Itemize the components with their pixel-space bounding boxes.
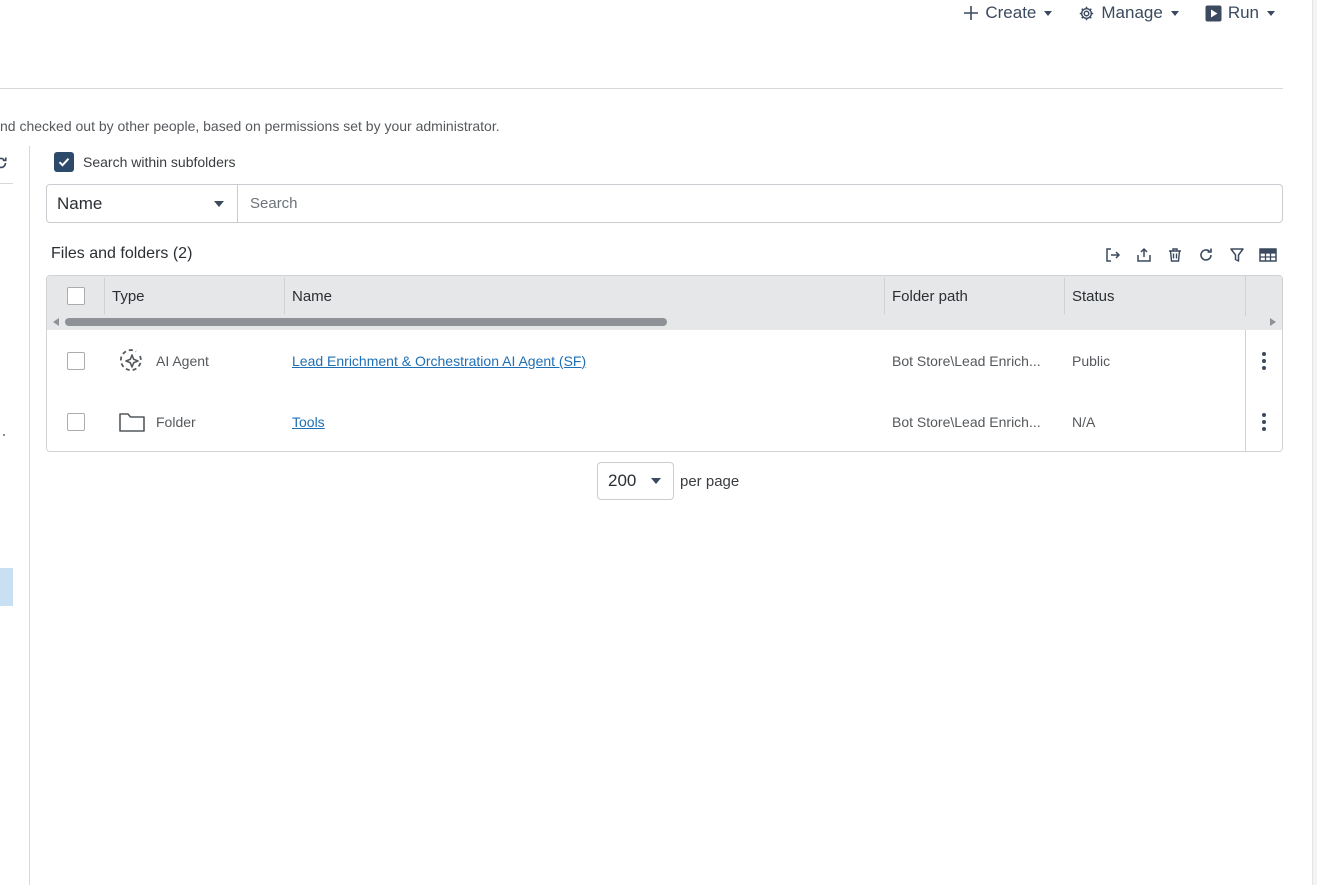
- row-checkbox[interactable]: [67, 351, 85, 370]
- create-label: Create: [985, 3, 1037, 22]
- horizontal-scrollbar[interactable]: [47, 316, 1282, 328]
- ai-agent-icon: [119, 348, 142, 371]
- per-page-label: per page: [680, 472, 740, 490]
- upload-icon[interactable]: [1135, 246, 1153, 264]
- run-button[interactable]: Run: [1205, 3, 1275, 23]
- type-label: Folder: [156, 413, 196, 430]
- row-checkbox[interactable]: [67, 412, 85, 431]
- scroll-right-icon[interactable]: [1270, 318, 1276, 326]
- columns-icon[interactable]: [1259, 246, 1277, 264]
- folder-path-cell: Bot Store\Lead Enrich...: [892, 352, 1041, 369]
- refresh-icon[interactable]: [1197, 246, 1215, 264]
- search-subfolders-option[interactable]: Search within subfolders: [54, 152, 236, 172]
- select-all-cell: [59, 276, 85, 316]
- table-header: Type Name Folder path Status: [47, 276, 1282, 331]
- scrollbar-thumb[interactable]: [65, 318, 667, 326]
- name-cell: Lead Enrichment & Orchestration AI Agent…: [292, 330, 586, 391]
- page-description: nd checked out by other people, based on…: [0, 118, 500, 134]
- row-actions-menu[interactable]: [1245, 330, 1282, 391]
- manage-button[interactable]: Manage: [1078, 3, 1179, 23]
- checkmark-icon: [58, 158, 70, 167]
- column-header-status[interactable]: Status: [1064, 276, 1244, 316]
- page-size-select[interactable]: 200: [597, 462, 674, 500]
- subfolders-label: Search within subfolders: [83, 154, 236, 170]
- chevron-down-icon: [1267, 10, 1275, 16]
- scroll-left-icon[interactable]: [53, 318, 59, 326]
- type-label: AI Agent: [156, 352, 209, 369]
- window-edge: [1312, 0, 1317, 885]
- page-size-value: 200: [608, 471, 637, 490]
- search-field-select[interactable]: Name: [47, 185, 238, 222]
- search-field-value: Name: [57, 193, 103, 213]
- table-row[interactable]: AI Agent Lead Enrichment & Orchestration…: [47, 330, 1282, 392]
- actions-column-header: [1245, 276, 1282, 316]
- search-bar: Name: [46, 184, 1283, 223]
- filter-icon[interactable]: [1228, 246, 1246, 264]
- status-cell: Public: [1072, 352, 1111, 369]
- trash-icon[interactable]: [1166, 246, 1184, 264]
- chevron-down-icon: [1170, 10, 1179, 16]
- left-panel-divider: [0, 183, 13, 184]
- name-cell: Tools: [292, 391, 325, 451]
- plus-icon: [964, 6, 979, 20]
- list-toolbar: [1104, 246, 1277, 264]
- chevron-down-icon: [651, 478, 661, 484]
- status-cell: N/A: [1072, 413, 1096, 430]
- subfolders-checkbox[interactable]: [54, 152, 74, 172]
- header-divider: [0, 88, 1283, 89]
- left-panel-marker: [3, 434, 5, 436]
- manage-label: Manage: [1101, 3, 1163, 22]
- item-name-link[interactable]: Tools: [292, 414, 325, 430]
- files-table: Type Name Folder path Status AI Agent Le…: [46, 275, 1283, 452]
- table-row[interactable]: Folder Tools Bot Store\Lead Enrich... N/…: [47, 391, 1282, 451]
- list-title: Files and folders (2): [51, 245, 193, 262]
- play-icon: [1205, 5, 1222, 21]
- folder-tree-selected-item[interactable]: [0, 568, 13, 606]
- export-icon[interactable]: [1104, 246, 1122, 264]
- gear-icon: [1080, 6, 1094, 20]
- row-select-cell: [67, 391, 85, 451]
- more-vertical-icon: [1262, 351, 1266, 370]
- refresh-icon[interactable]: [0, 156, 8, 170]
- chevron-down-icon: [214, 200, 224, 207]
- column-header-name[interactable]: Name: [284, 276, 884, 316]
- more-vertical-icon: [1262, 412, 1266, 431]
- row-select-cell: [67, 330, 85, 391]
- search-input[interactable]: [238, 185, 1282, 222]
- run-label: Run: [1227, 3, 1259, 22]
- type-cell: AI Agent: [118, 330, 209, 391]
- chevron-down-icon: [1044, 10, 1053, 16]
- row-actions-menu[interactable]: [1245, 391, 1282, 451]
- panel-splitter[interactable]: [29, 146, 30, 885]
- item-name-link[interactable]: Lead Enrichment & Orchestration AI Agent…: [292, 353, 586, 369]
- folder-icon: [119, 412, 145, 432]
- column-header-folder-path[interactable]: Folder path: [884, 276, 1064, 316]
- type-cell: Folder: [118, 391, 196, 451]
- column-header-type[interactable]: Type: [104, 276, 284, 316]
- folder-path-cell: Bot Store\Lead Enrich...: [892, 413, 1041, 430]
- select-all-checkbox[interactable]: [67, 287, 85, 305]
- top-toolbar: Create Manage Run: [963, 0, 1275, 26]
- pagination: 200 per page: [597, 462, 739, 500]
- create-button[interactable]: Create: [963, 3, 1053, 23]
